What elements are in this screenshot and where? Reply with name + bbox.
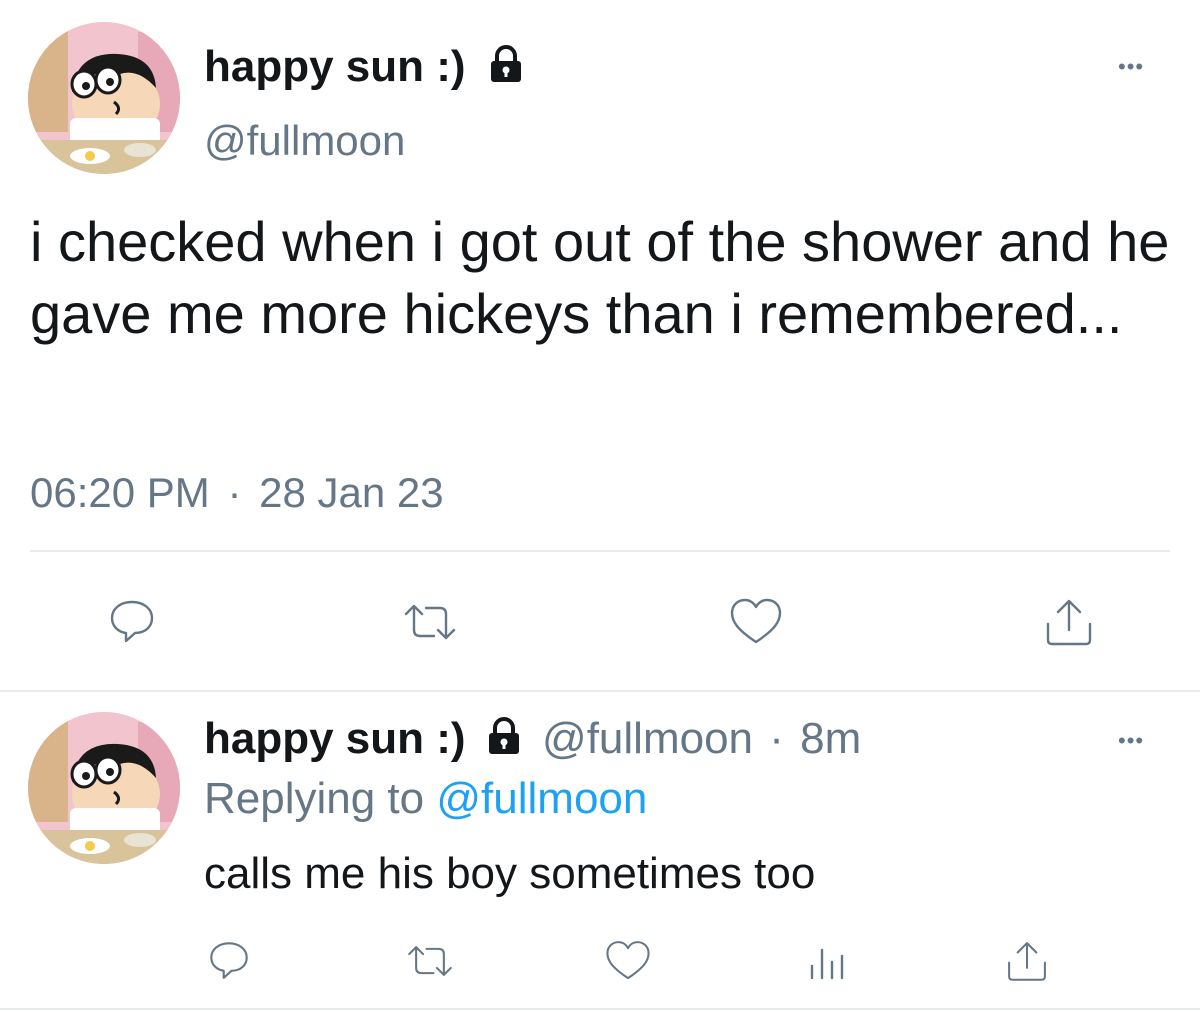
reply-icon[interactable]: [106, 596, 158, 653]
action-bar: [0, 596, 1200, 650]
retweet-icon[interactable]: [404, 938, 456, 989]
divider: [0, 1008, 1200, 1010]
retweet-icon[interactable]: [400, 596, 460, 653]
more-options-button[interactable]: •••: [1118, 728, 1144, 754]
lock-icon: [484, 716, 524, 767]
handle[interactable]: @fullmoon: [542, 714, 753, 763]
replying-prefix: Replying to: [204, 774, 425, 823]
date: 28 Jan 23: [259, 469, 444, 516]
handle[interactable]: @fullmoon: [204, 116, 405, 166]
like-icon[interactable]: [728, 596, 784, 653]
divider: [30, 550, 1170, 552]
reply-header: happy sun :) @fullmoon · 8m: [204, 714, 861, 767]
share-icon[interactable]: [1004, 938, 1050, 989]
reply-text: calls me his boy sometimes too: [204, 849, 816, 898]
time: 06:20 PM: [30, 469, 210, 516]
tweet-text: i checked when i got out of the shower a…: [30, 210, 1170, 345]
share-icon[interactable]: [1042, 596, 1096, 653]
analytics-icon[interactable]: [804, 938, 850, 989]
separator: ·: [769, 714, 784, 763]
replying-handle-link[interactable]: @fullmoon: [436, 774, 647, 823]
like-icon[interactable]: [604, 938, 652, 989]
display-name-text[interactable]: happy sun :): [204, 714, 466, 763]
avatar[interactable]: [28, 22, 180, 174]
divider: [0, 690, 1200, 692]
separator: ·: [227, 469, 242, 516]
tweet-age: 8m: [800, 714, 862, 763]
display-name[interactable]: happy sun :): [204, 42, 526, 95]
lock-icon: [486, 44, 526, 95]
timestamp: 06:20 PM · 28 Jan 23: [30, 468, 444, 518]
display-name-text[interactable]: happy sun :): [204, 42, 466, 91]
replying-to: Replying to @fullmoon: [204, 774, 647, 824]
reply-icon[interactable]: [206, 938, 252, 989]
more-options-button[interactable]: •••: [1118, 54, 1144, 80]
avatar[interactable]: [28, 712, 180, 864]
reply-action-bar: [0, 938, 1200, 984]
